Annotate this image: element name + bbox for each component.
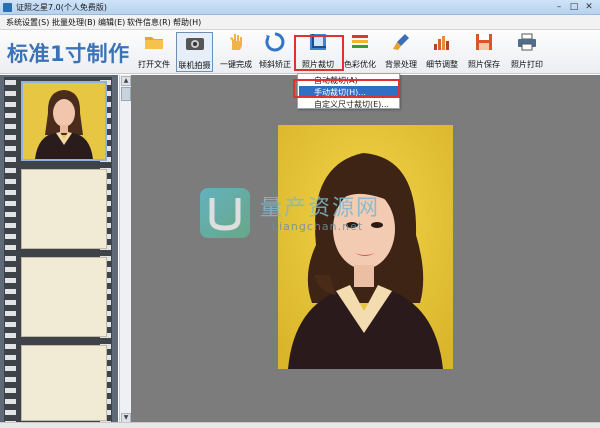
scroll-thumb[interactable] — [121, 87, 131, 101]
hand-icon — [230, 34, 242, 50]
folder-icon — [145, 37, 163, 49]
camera-capture-button[interactable]: 联机拍摄 — [176, 32, 213, 72]
status-bar — [0, 422, 600, 428]
id-photo[interactable] — [278, 125, 453, 369]
menu-system-settings[interactable]: 系统设置(S) — [6, 17, 49, 28]
menu-batch[interactable]: 批量处理(B) — [52, 17, 96, 28]
rotate-icon — [265, 32, 285, 52]
one-click-button[interactable]: 一键完成 — [219, 32, 253, 72]
title-bar: 证照之星7.0(个人免费版) – □ ✕ — [0, 0, 600, 15]
menu-edit[interactable]: 编辑(E) — [98, 17, 125, 28]
open-file-button[interactable]: 打开文件 — [137, 32, 171, 72]
watermark-text-cn: 量产资源网 — [260, 196, 381, 221]
portrait-photo — [278, 125, 453, 369]
background-process-button[interactable]: 背景处理 — [383, 32, 419, 72]
thumbnail-panel — [0, 75, 118, 425]
brand-title: 标准1寸制作 — [7, 42, 130, 66]
menu-software-info[interactable]: 软件信息(R) — [127, 17, 171, 28]
print-photo-button[interactable]: 照片打印 — [507, 32, 547, 72]
crop-button-highlight — [294, 35, 344, 71]
thumbnail-portrait — [23, 83, 105, 159]
detail-adjust-button[interactable]: 细节调整 — [424, 32, 460, 72]
save-photo-button[interactable]: 照片保存 — [466, 32, 502, 72]
tilt-correct-button[interactable]: 倾斜矫正 — [258, 32, 292, 72]
scroll-up-button[interactable]: ▲ — [121, 76, 131, 86]
manual-crop-highlight — [293, 79, 400, 98]
palette-icon — [352, 35, 368, 48]
save-icon — [476, 34, 492, 50]
camera-icon — [185, 38, 204, 50]
minimize-button[interactable]: – — [552, 2, 566, 12]
watermark-logo — [200, 188, 250, 238]
brush-icon — [393, 34, 409, 50]
close-button[interactable]: ✕ — [582, 2, 596, 12]
color-optimize-button[interactable]: 色彩优化 — [342, 32, 378, 72]
window-title: 证照之星7.0(个人免费版) — [16, 3, 107, 12]
thumbnail-scrollbar[interactable]: ▲ ▼ — [119, 75, 131, 425]
levels-icon — [434, 36, 449, 50]
watermark: 量产资源网 Liangchan.net — [200, 185, 420, 245]
thumbnail-frame[interactable] — [21, 345, 107, 421]
menu-bar: 系统设置(S) 批量处理(B) 编辑(E) 软件信息(R) 帮助(H) — [0, 15, 600, 30]
thumbnail-frame[interactable] — [21, 169, 107, 249]
thumbnail-frame[interactable] — [21, 257, 107, 337]
film-strip — [4, 77, 112, 423]
menu-help[interactable]: 帮助(H) — [173, 17, 201, 28]
watermark-text-en: Liangchan.net — [272, 220, 364, 233]
app-icon — [3, 3, 12, 12]
film-holes-left — [5, 77, 16, 423]
maximize-button[interactable]: □ — [567, 2, 581, 12]
printer-icon — [518, 33, 536, 51]
menu-item-custom-size-crop[interactable]: 自定义尺寸裁切(E)... — [314, 99, 389, 110]
thumbnail-frame-selected[interactable] — [21, 81, 107, 161]
